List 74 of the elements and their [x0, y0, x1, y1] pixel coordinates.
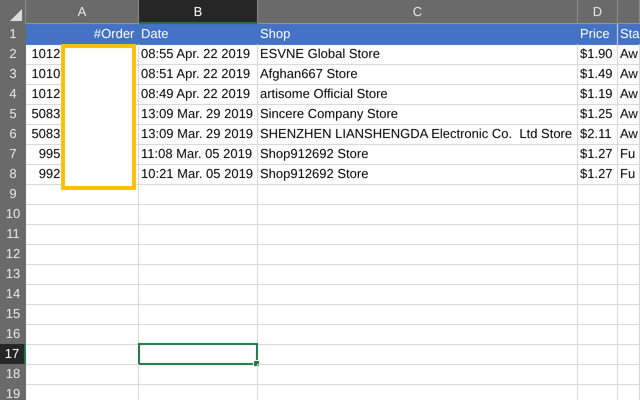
row-header[interactable]: 11 [0, 224, 26, 245]
row-header[interactable]: 9 [0, 184, 26, 205]
table-cell: 11:08 Mar. 05 2019 [139, 144, 258, 165]
table-cell: 10:21 Mar. 05 2019 [139, 164, 258, 185]
table-cell: Shop [258, 24, 578, 45]
table-cell: Aw [618, 104, 640, 125]
table-cell: artisome Official Store [258, 84, 578, 105]
table-cell [578, 244, 618, 265]
table-cell [578, 364, 618, 385]
row-header[interactable]: 17 [0, 344, 26, 365]
table-cell: Sincere Company Store [258, 104, 578, 125]
row-header[interactable]: 1 [0, 24, 26, 45]
table-cell: $2.11 [578, 124, 618, 145]
row-header[interactable]: 14 [0, 284, 26, 305]
row-header[interactable]: 6 [0, 124, 26, 145]
triangle-icon [10, 9, 22, 21]
table-cell: 08:49 Apr. 22 2019 [139, 84, 258, 105]
table-cell: $1.19 [578, 84, 618, 105]
table-cell [618, 204, 640, 225]
table-cell [618, 184, 640, 205]
row-header[interactable]: 2 [0, 44, 26, 65]
column-header[interactable]: B [139, 0, 258, 24]
table-cell: ESVNE Global Store [258, 44, 578, 65]
table-cell [578, 284, 618, 305]
table-cell [618, 344, 640, 365]
table-cell [578, 224, 618, 245]
row-header[interactable]: 15 [0, 304, 26, 325]
row-header[interactable]: 16 [0, 324, 26, 345]
table-cell: Afghan667 Store [258, 64, 578, 85]
row-header[interactable]: 4 [0, 84, 26, 105]
row-header[interactable]: 7 [0, 144, 26, 165]
table-cell: Shop912692 Store [258, 164, 578, 185]
table-cell [578, 324, 618, 345]
table-cell [618, 284, 640, 305]
table-cell: $1.25 [578, 104, 618, 125]
row-header[interactable]: 19 [0, 384, 26, 400]
row-header[interactable]: 12 [0, 244, 26, 265]
table-cell: $1.90 [578, 44, 618, 65]
table-cell [618, 224, 640, 245]
table-cell: $1.49 [578, 64, 618, 85]
table-cell: 13:09 Mar. 29 2019 [139, 124, 258, 145]
row-header[interactable]: 13 [0, 264, 26, 285]
row-header[interactable]: 3 [0, 64, 26, 85]
table-cell: Price [578, 24, 618, 45]
table-cell: Sta [618, 24, 640, 45]
table-cell: $1.27 [578, 164, 618, 185]
table-cell [578, 264, 618, 285]
table-cell [578, 304, 618, 325]
table-cell: Aw [618, 44, 640, 65]
table-cell [578, 204, 618, 225]
table-cell: Fu [618, 144, 640, 165]
row-header[interactable]: 10 [0, 204, 26, 225]
table-cell: 08:55 Apr. 22 2019 [139, 44, 258, 65]
table-cell: Date [139, 24, 258, 45]
table-cell: Shop912692 Store [258, 144, 578, 165]
table-cell: Fu [618, 164, 640, 185]
table-cell [618, 264, 640, 285]
table-cell: Aw [618, 124, 640, 145]
row-header[interactable]: 5 [0, 104, 26, 125]
table-cell: 08:51 Apr. 22 2019 [139, 64, 258, 85]
row-header[interactable]: 18 [0, 364, 26, 385]
table-cell: Aw [618, 64, 640, 85]
table-cell: #Order [26, 24, 139, 45]
table-cell [618, 244, 640, 265]
table-cell [578, 344, 618, 365]
table-cell [618, 304, 640, 325]
row-header[interactable]: 8 [0, 164, 26, 185]
table-cell: SHENZHEN LIANSHENGDA Electronic Co. Ltd Store [258, 124, 578, 145]
table-cell [618, 324, 640, 345]
table-cell: $1.27 [578, 144, 618, 165]
table-cell: 13:09 Mar. 29 2019 [139, 104, 258, 125]
table-cell [578, 184, 618, 205]
table-cell [618, 364, 640, 385]
table-cell: Aw [618, 84, 640, 105]
